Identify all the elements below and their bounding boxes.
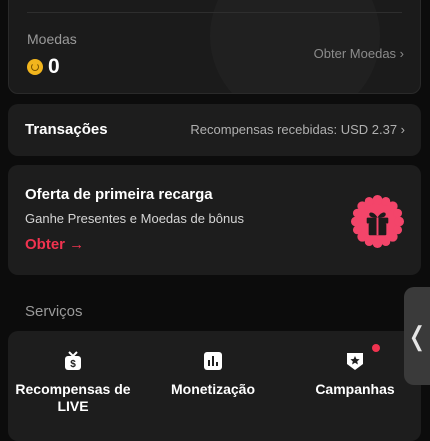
service-campaigns[interactable]: Campanhas xyxy=(290,351,420,398)
divider xyxy=(27,12,402,13)
transactions-row[interactable]: Transações Recompensas recebidas: USD 2.… xyxy=(8,104,421,156)
bar-chart-icon xyxy=(204,352,222,370)
side-panel-handle[interactable]: ❬ xyxy=(404,287,430,385)
svg-text:$: $ xyxy=(70,359,76,370)
offer-subtitle: Ganhe Presentes e Moedas de bônus xyxy=(25,211,244,226)
service-monetization[interactable]: Monetização xyxy=(148,351,278,398)
coin-count: 0 xyxy=(48,55,60,78)
chevron-left-icon: ❬ xyxy=(406,320,428,351)
coin-icon xyxy=(27,59,43,75)
service-live-rewards[interactable]: $ Recompensas de LIVE xyxy=(8,351,138,415)
gift-icon xyxy=(350,194,405,249)
services-heading: Serviços xyxy=(25,303,83,320)
coins-card: Moedas 0 Obter Moedas › xyxy=(8,0,421,94)
transactions-title: Transações xyxy=(25,121,108,138)
service-label: Campanhas xyxy=(315,381,395,397)
campaign-badge-icon xyxy=(347,353,363,370)
service-label: Recompensas de LIVE xyxy=(15,381,131,414)
coin-balance: 0 xyxy=(27,55,60,79)
offer-title: Oferta de primeira recarga xyxy=(25,186,213,203)
rewards-received-text: Recompensas recebidas: USD 2.37 › xyxy=(190,122,405,137)
live-rewards-icon: $ xyxy=(65,351,81,370)
notification-dot xyxy=(372,344,380,352)
coins-label: Moedas xyxy=(27,31,77,47)
first-recharge-offer-card[interactable]: Oferta de primeira recarga Ganhe Present… xyxy=(8,165,421,275)
service-label: Monetização xyxy=(170,381,255,397)
services-card: $ Recompensas de LIVE Monetização Campan… xyxy=(8,331,421,441)
get-coins-link[interactable]: Obter Moedas › xyxy=(314,46,404,61)
get-offer-button[interactable]: Obter → xyxy=(25,236,84,253)
